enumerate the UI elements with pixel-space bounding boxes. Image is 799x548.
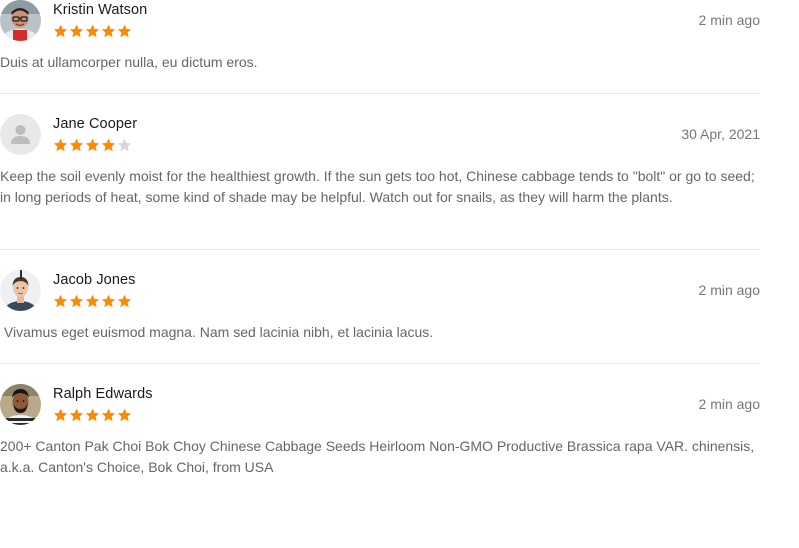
star-filled-icon bbox=[101, 138, 116, 152]
star-filled-icon bbox=[53, 138, 68, 152]
avatar bbox=[0, 0, 41, 41]
star-filled-icon bbox=[117, 408, 132, 422]
avatar bbox=[0, 270, 41, 311]
review-author: Jane Cooper bbox=[53, 116, 138, 132]
star-rating bbox=[53, 294, 132, 308]
review-author: Jacob Jones bbox=[53, 272, 136, 288]
star-filled-icon bbox=[53, 294, 68, 308]
star-filled-icon bbox=[85, 294, 100, 308]
review-time: 30 Apr, 2021 bbox=[681, 126, 760, 142]
star-filled-icon bbox=[101, 408, 116, 422]
star-filled-icon bbox=[85, 138, 100, 152]
star-filled-icon bbox=[117, 24, 132, 38]
review-item: Jane Cooper 30 Apr, 2021 Keep the soil e… bbox=[0, 94, 760, 250]
review-time: 2 min ago bbox=[698, 396, 760, 412]
star-filled-icon bbox=[85, 24, 100, 38]
review-author: Ralph Edwards bbox=[53, 386, 153, 402]
review-time: 2 min ago bbox=[698, 12, 760, 28]
star-filled-icon bbox=[69, 408, 84, 422]
star-empty-icon bbox=[117, 138, 132, 152]
review-text: Vivamus eget euismod magna. Nam sed laci… bbox=[0, 324, 434, 340]
star-rating bbox=[53, 408, 132, 422]
star-filled-icon bbox=[53, 24, 68, 38]
star-filled-icon bbox=[69, 138, 84, 152]
star-filled-icon bbox=[53, 408, 68, 422]
star-filled-icon bbox=[117, 294, 132, 308]
review-item: Kristin Watson 2 min ago Duis at ullamco… bbox=[0, 0, 760, 94]
star-filled-icon bbox=[101, 24, 116, 38]
reviews-list: Kristin Watson 2 min ago Duis at ullamco… bbox=[0, 0, 760, 548]
star-rating bbox=[53, 24, 132, 38]
review-text: Duis at ullamcorper nulla, eu dictum ero… bbox=[0, 54, 258, 70]
review-text: 200+ Canton Pak Choi Bok Choy Chinese Ca… bbox=[0, 438, 755, 475]
review-item: Jacob Jones 2 min ago Vivamus eget euism… bbox=[0, 250, 760, 364]
star-filled-icon bbox=[69, 294, 84, 308]
review-item: Ralph Edwards 2 min ago 200+ Canton Pak … bbox=[0, 364, 760, 548]
review-author: Kristin Watson bbox=[53, 2, 148, 18]
star-filled-icon bbox=[69, 24, 84, 38]
review-text: Keep the soil evenly moist for the healt… bbox=[0, 168, 755, 205]
review-time: 2 min ago bbox=[698, 282, 760, 298]
star-filled-icon bbox=[85, 408, 100, 422]
avatar bbox=[0, 384, 41, 425]
star-filled-icon bbox=[101, 294, 116, 308]
star-rating bbox=[53, 138, 132, 152]
avatar-placeholder-icon bbox=[0, 114, 41, 155]
